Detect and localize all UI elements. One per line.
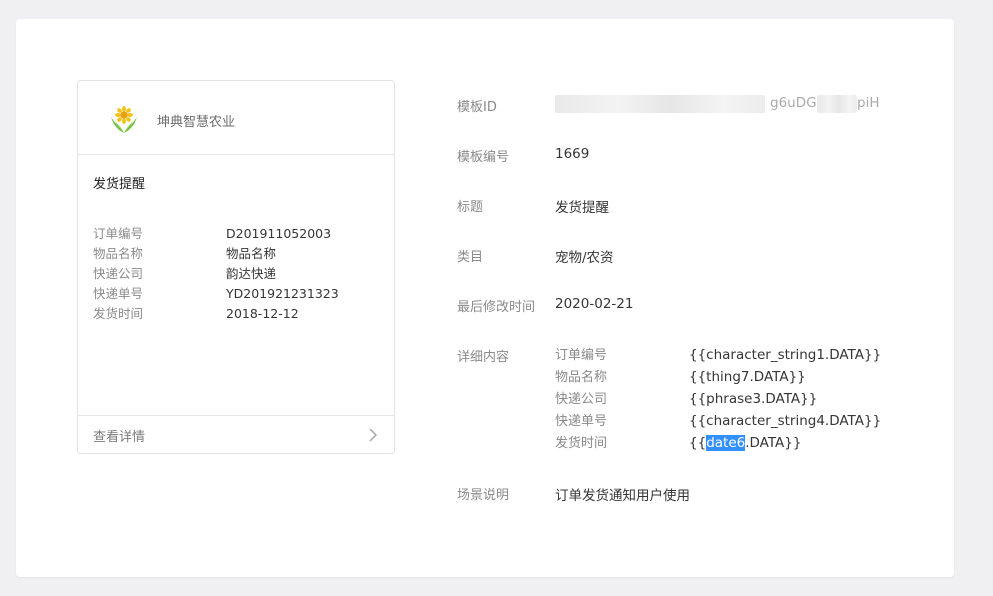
preview-field-value: D201911052003 xyxy=(226,226,332,241)
content-field-list: 订单编号 {{character_string1.DATA}} 物品名称 {{thi… xyxy=(555,344,881,454)
scene-value: 订单发货通知用户使用 xyxy=(555,488,690,504)
scene-label: 场景说明 xyxy=(457,488,510,503)
preview-field-row: 物品名称 物品名称 xyxy=(93,244,383,264)
category-value: 宠物/农资 xyxy=(555,250,614,266)
placeholder-prefix: {{ xyxy=(689,435,707,451)
view-details-link[interactable]: 查看详情 xyxy=(78,415,394,453)
content-row: 快递公司 {{phrase3.DATA}} xyxy=(555,388,881,410)
template-id-value-blurred: g6uDG piH xyxy=(555,93,895,117)
content-row: 订单编号 {{character_string1.DATA}} xyxy=(555,344,881,366)
content-row: 发货时间 {{date6.DATA}} xyxy=(555,432,881,454)
preview-fields: 订单编号 D201911052003 物品名称 物品名称 快递公司 韵达快递 快递单号… xyxy=(93,224,383,324)
last-modified-label: 最后修改时间 xyxy=(457,300,536,315)
content-placeholder[interactable]: {{character_string1.DATA}} xyxy=(689,344,881,366)
preview-title: 发货提醒 xyxy=(93,177,146,192)
account-logo-icon xyxy=(111,106,137,133)
preview-field-key: 发货时间 xyxy=(93,306,144,321)
redaction-blur xyxy=(555,95,765,113)
message-preview-card: 坤典智慧农业 发货提醒 订单编号 D201911052003 物品名称 物品名称 快… xyxy=(77,80,395,454)
template-no-value: 1669 xyxy=(555,146,590,162)
preview-field-value: 2018-12-12 xyxy=(226,306,299,321)
last-modified-value: 2020-02-21 xyxy=(555,296,634,312)
content-key: 物品名称 xyxy=(555,370,608,385)
content-key: 发货时间 xyxy=(555,436,608,451)
template-id-visible-tail: g6uDG xyxy=(770,95,817,111)
chevron-right-icon xyxy=(369,428,378,442)
content-key: 快递公司 xyxy=(555,392,608,407)
content-key: 快递单号 xyxy=(555,414,608,429)
preview-field-value: 韵达快递 xyxy=(226,266,277,281)
account-name: 坤典智慧农业 xyxy=(157,115,236,130)
preview-header: 坤典智慧农业 xyxy=(78,81,394,155)
preview-field-key: 快递公司 xyxy=(93,266,144,281)
preview-field-key: 物品名称 xyxy=(93,246,144,261)
preview-field-row: 发货时间 2018-12-12 xyxy=(93,304,383,324)
title-label: 标题 xyxy=(457,200,484,215)
content-key: 订单编号 xyxy=(555,348,608,363)
template-id-visible-end: piH xyxy=(857,95,880,111)
content-placeholder[interactable]: {{thing7.DATA}} xyxy=(689,366,806,388)
template-id-label: 模板ID xyxy=(457,100,497,115)
preview-field-row: 快递公司 韵达快递 xyxy=(93,264,383,284)
redaction-blur xyxy=(817,95,857,113)
preview-field-value: YD201921231323 xyxy=(226,286,339,301)
title-value: 发货提醒 xyxy=(555,200,609,216)
content-row: 快递单号 {{character_string4.DATA}} xyxy=(555,410,881,432)
preview-field-value: 物品名称 xyxy=(226,246,277,261)
content-placeholder[interactable]: {{character_string4.DATA}} xyxy=(689,410,881,432)
category-label: 类目 xyxy=(457,250,484,265)
content-placeholder[interactable]: {{date6.DATA}} xyxy=(689,432,801,454)
placeholder-suffix: .DATA}} xyxy=(745,435,802,451)
template-no-label: 模板编号 xyxy=(457,150,510,165)
preview-field-key: 快递单号 xyxy=(93,286,144,301)
selected-text[interactable]: date6 xyxy=(706,435,746,451)
content-label: 详细内容 xyxy=(457,350,510,365)
preview-field-row: 快递单号 YD201921231323 xyxy=(93,284,383,304)
view-details-label: 查看详情 xyxy=(93,430,146,445)
content-placeholder[interactable]: {{phrase3.DATA}} xyxy=(689,388,817,410)
preview-field-key: 订单编号 xyxy=(93,226,144,241)
preview-field-row: 订单编号 D201911052003 xyxy=(93,224,383,244)
content-row: 物品名称 {{thing7.DATA}} xyxy=(555,366,881,388)
